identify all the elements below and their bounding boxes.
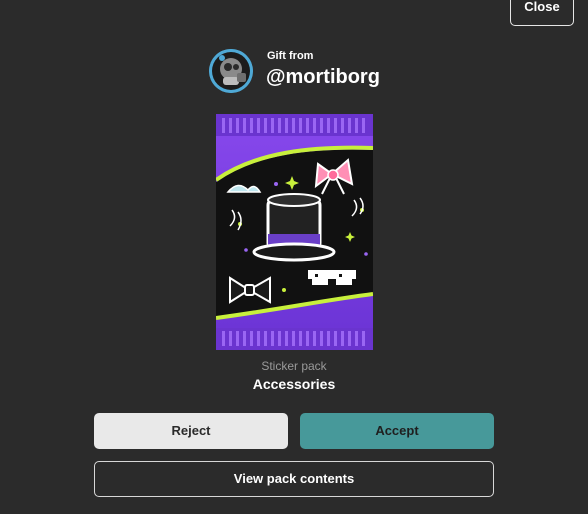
- sender-username: @mortiborg: [266, 66, 380, 88]
- reject-button[interactable]: Reject: [94, 413, 288, 449]
- view-pack-contents-button[interactable]: View pack contents: [94, 461, 494, 497]
- avatar-image: [209, 49, 253, 93]
- sticker-pack-image: [214, 114, 374, 350]
- accept-button[interactable]: Accept: [300, 413, 494, 449]
- pack-type-label: Sticker pack: [261, 359, 327, 373]
- gift-from-label: Gift from: [267, 50, 314, 62]
- close-button[interactable]: Close: [510, 0, 574, 26]
- sender-avatar: [209, 49, 253, 93]
- pack-name: Accessories: [252, 376, 336, 392]
